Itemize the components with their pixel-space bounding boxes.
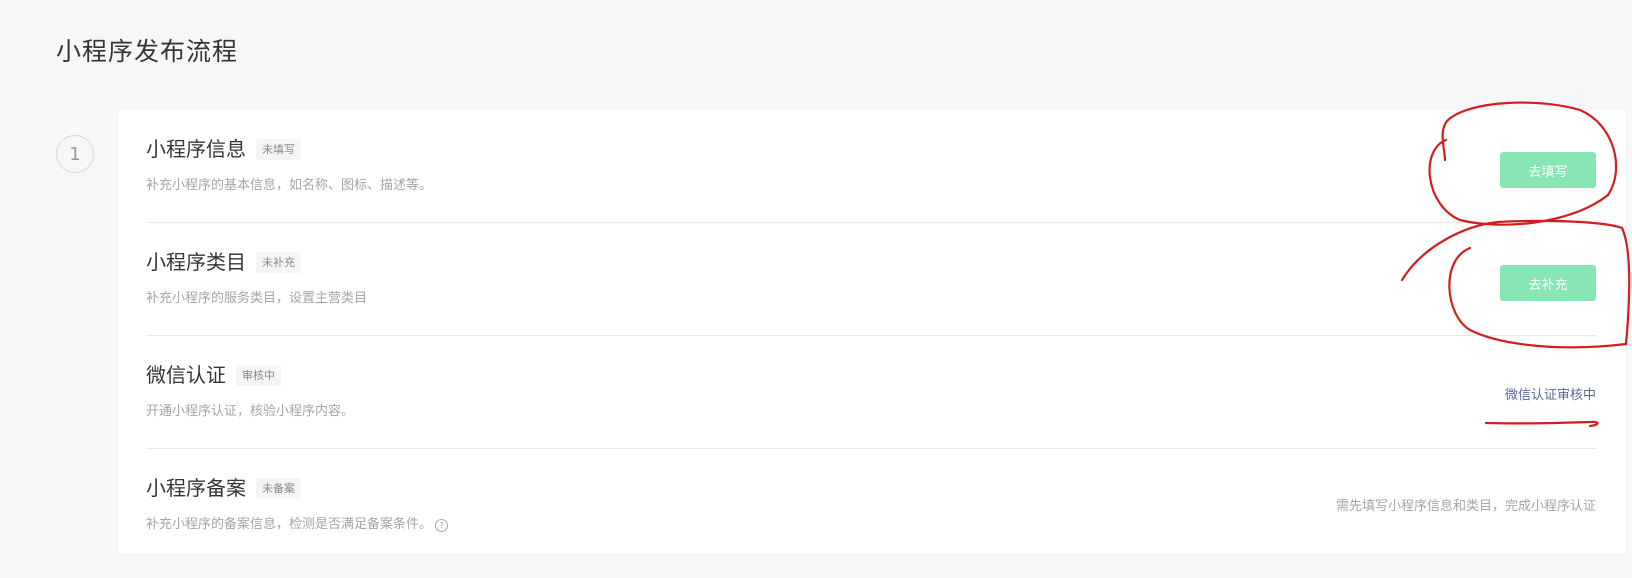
row-title-line: 小程序类目 未补充 [146, 247, 301, 277]
question-circle-icon[interactable]: ? [435, 518, 449, 532]
status-badge: 审核中 [236, 364, 281, 386]
status-badge: 未填写 [256, 138, 301, 160]
fill-info-button[interactable]: 去填写 [1500, 152, 1596, 188]
verification-status-link[interactable]: 微信认证审核中 [1505, 378, 1596, 414]
row-title: 小程序信息 [146, 137, 246, 161]
row-description: 开通小程序认证，核验小程序内容。 [146, 402, 354, 422]
row-title-line: 小程序备案 未备案 [146, 473, 301, 503]
step-row-filing: 小程序备案 未备案 补充小程序的备案信息，检测是否满足备案条件。 ? 需先填写小… [146, 449, 1596, 562]
status-badge: 未备案 [256, 477, 301, 499]
step-row-info: 小程序信息 未填写 补充小程序的基本信息，如名称、图标、描述等。 去填写 [146, 110, 1596, 223]
row-description-text: 补充小程序的服务类目，设置主营类目 [146, 291, 368, 306]
row-title-line: 微信认证 审核中 [146, 360, 281, 390]
row-description-text: 补充小程序的基本信息，如名称、图标、描述等。 [146, 178, 433, 193]
row-description: 补充小程序的服务类目，设置主营类目 [146, 289, 367, 309]
step-row-verification: 微信认证 审核中 开通小程序认证，核验小程序内容。 微信认证审核中 [146, 336, 1596, 449]
row-title: 小程序备案 [146, 476, 246, 500]
publish-steps-card: 小程序信息 未填写 补充小程序的基本信息，如名称、图标、描述等。 去填写 小程序… [118, 110, 1626, 554]
step-row-category: 小程序类目 未补充 补充小程序的服务类目，设置主营类目 去补充 [146, 223, 1596, 336]
row-description-text: 补充小程序的备案信息，检测是否满足备案条件。 [146, 517, 433, 532]
step-number-circle: 1 [56, 135, 94, 173]
row-title-line: 小程序信息 未填写 [146, 134, 301, 164]
row-title: 小程序类目 [146, 250, 246, 274]
page-title: 小程序发布流程 [56, 37, 239, 66]
row-description: 补充小程序的基本信息，如名称、图标、描述等。 [146, 176, 432, 196]
row-title: 微信认证 [146, 363, 226, 387]
row-description-text: 开通小程序认证，核验小程序内容。 [146, 404, 355, 419]
row-description: 补充小程序的备案信息，检测是否满足备案条件。 ? [146, 515, 449, 535]
filing-requirement-text: 需先填写小程序信息和类目，完成小程序认证 [1335, 499, 1596, 514]
add-category-button[interactable]: 去补充 [1500, 265, 1596, 301]
status-badge: 未补充 [256, 251, 301, 273]
